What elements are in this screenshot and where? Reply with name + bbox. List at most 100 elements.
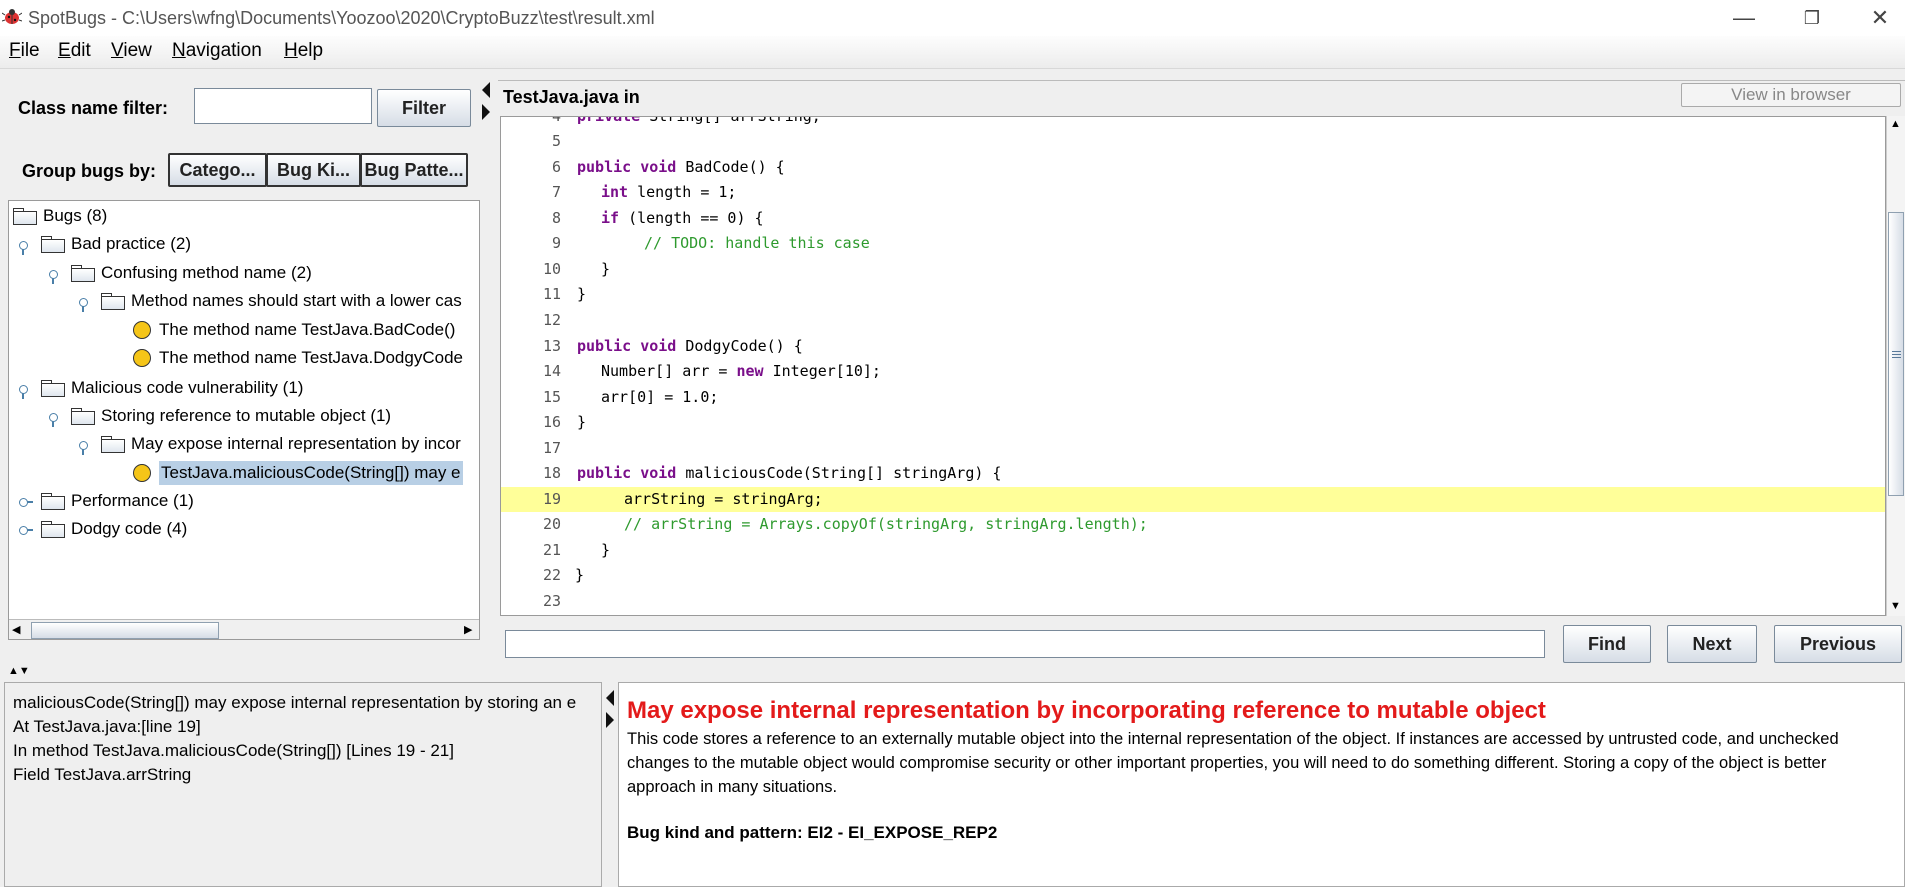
search-input[interactable] [505,630,1545,658]
tree-node-malicious-code[interactable]: Malicious code vulnerability (1) [41,375,303,401]
menu-view[interactable]: View [111,40,152,62]
scroll-up-arrow-icon[interactable]: ▲ [1890,118,1901,130]
bug-method-link[interactable]: In method TestJava.maliciousCode(String[… [13,741,454,761]
bug-location-link[interactable]: At TestJava.java:[line 19] [13,717,201,737]
code-keyword: if [601,209,620,227]
tree-node-label: Storing reference to mutable object (1) [101,406,392,425]
split-pane-arrow-icon[interactable] [604,690,616,730]
menu-help[interactable]: Help [284,40,323,62]
code-line-21: 21} [501,538,1885,563]
tree-node-label: Malicious code vulnerability (1) [71,378,304,397]
code-keyword: public [577,158,632,176]
tree-node-may-expose[interactable]: May expose internal representation by in… [101,431,461,457]
menu-label: elp [297,40,324,61]
split-pane-arrows[interactable] [604,690,616,730]
tree-node-dodgy-code[interactable]: Dodgy code (4) [41,516,187,542]
menu-bar: File Edit View Navigation Help [0,36,1905,69]
code-keyword: void [640,158,677,176]
previous-button[interactable]: Previous [1774,625,1902,663]
view-in-browser-button[interactable]: View in browser [1681,83,1901,107]
code-keyword: new [736,362,764,380]
menu-edit[interactable]: Edit [58,40,91,62]
scroll-left-arrow-icon[interactable]: ◀ [12,623,20,636]
line-number: 13 [542,337,561,355]
code-text: int length = 1; [601,180,736,205]
tree-node-performance[interactable]: Performance (1) [41,488,194,514]
group-by-bug-pattern-button[interactable]: Bug Patte... [360,153,468,187]
minimize-button[interactable]: — [1716,0,1772,36]
tree-toggle-icon[interactable] [17,239,29,255]
code-line-16: 16} [501,410,1885,435]
group-by-label: Group bugs by: [22,161,156,181]
group-by-bug-kind-button[interactable]: Bug Ki... [266,153,361,187]
code-text: } [577,413,587,431]
line-number: 20 [542,515,561,533]
group-by-category-button[interactable]: Catego... [168,153,267,187]
tree-node-bugs[interactable]: Bugs (8) [13,203,107,229]
bug-marker-icon [133,321,151,339]
bug-description-text: This code stores a reference to an exter… [627,730,1839,796]
code-line-18: 18 public void maliciousCode(String[] str… [501,461,1885,486]
tree-node-confusing-method-name[interactable]: Confusing method name (2) [71,260,312,286]
next-button[interactable]: Next [1667,625,1757,663]
tree-toggle-icon[interactable] [77,439,89,455]
bug-description-title: May expose internal representation by in… [627,697,1546,724]
code-text: length = 1; [628,183,737,201]
bug-tree[interactable]: Bugs (8) Bad practice (2) Confusing meth… [8,200,480,640]
tree-bug-malicious-code[interactable]: TestJava.maliciousCode(String[]) may e [133,460,463,486]
tree-toggle-icon[interactable] [47,411,59,427]
bug-field-link[interactable]: Field TestJava.arrString [13,765,191,785]
tree-node-label: Confusing method name (2) [101,263,312,282]
tree-scroll-thumb[interactable] [31,622,219,639]
restore-button[interactable]: ❐ [1784,0,1840,36]
tree-node-method-names-lower[interactable]: Method names should start with a lower c… [101,288,462,314]
tree-toggle-icon[interactable] [77,296,89,312]
code-text: public void DodgyCode() { [577,334,803,359]
tree-node-bad-practice[interactable]: Bad practice (2) [41,231,191,257]
class-filter-input[interactable] [194,88,372,124]
tree-toggle-icon[interactable] [47,268,59,284]
code-text: } [575,566,585,584]
code-text: public void BadCode() { [577,155,785,180]
filter-button[interactable]: Filter [377,89,471,127]
code-vertical-scrollbar[interactable]: ▲ ▼ [1886,116,1905,616]
tree-node-storing-reference[interactable]: Storing reference to mutable object (1) [71,403,391,429]
tree-node-label: Bugs (8) [43,206,108,225]
tree-node-label: The method name TestJava.DodgyCode [159,348,463,367]
line-number: 5 [551,132,561,150]
code-scroll-thumb[interactable] [1888,212,1904,496]
tree-toggle-icon[interactable] [17,496,33,508]
tree-node-label: Performance (1) [71,491,194,510]
menu-mnemonic: E [58,40,71,61]
source-code-view[interactable]: 4 private String[] arrString; 5 6 public v… [500,116,1886,616]
menu-file[interactable]: File [9,40,40,62]
find-button[interactable]: Find [1563,625,1651,663]
close-button[interactable]: ✕ [1852,0,1905,36]
tree-horizontal-scrollbar[interactable]: ◀ ▶ [9,619,479,639]
folder-icon [41,520,65,538]
tree-bug-badcode[interactable]: The method name TestJava.BadCode() [133,317,455,343]
scroll-grip-icon [1892,351,1901,352]
tree-toggle-icon[interactable] [17,524,33,536]
tree-toggle-icon[interactable] [17,383,29,399]
code-text: } [601,260,611,278]
code-comment: // TODO: handle this case [644,234,870,252]
split-pane-arrow-icon[interactable] [480,82,492,122]
split-pane-up-down-icon[interactable]: ▲▼ [8,666,30,677]
line-number: 21 [542,541,561,559]
split-pane-arrows[interactable] [480,82,492,122]
scroll-down-arrow-icon[interactable]: ▼ [1890,600,1901,612]
line-number: 19 [542,490,561,508]
folder-icon [101,292,125,310]
bug-summary-text[interactable]: maliciousCode(String[]) may expose inter… [13,693,576,713]
line-number: 4 [551,116,561,125]
code-line-17: 17 [501,436,1885,461]
scroll-right-arrow-icon[interactable]: ▶ [464,623,472,636]
code-line-14: 14 Number[] arr = new Integer[10]; [501,359,1885,384]
code-text: Integer[10]; [763,362,881,380]
menu-navigation[interactable]: Navigation [172,40,262,62]
tree-bug-dodgycode[interactable]: The method name TestJava.DodgyCode [133,345,463,371]
folder-icon [13,207,37,225]
code-keyword: void [640,337,677,355]
folder-icon [41,235,65,253]
